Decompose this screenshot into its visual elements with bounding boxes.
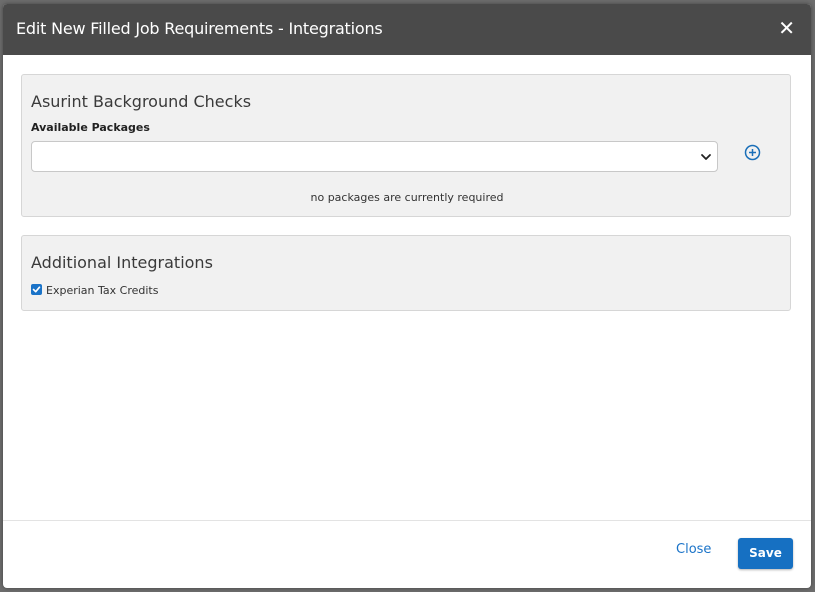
additional-integrations-title: Additional Integrations bbox=[31, 253, 213, 272]
close-icon[interactable]: ✕ bbox=[778, 16, 795, 40]
no-packages-note: no packages are currently required bbox=[310, 191, 504, 204]
dialog-header: Edit New Filled Job Requirements - Integ… bbox=[3, 4, 811, 55]
dialog-title: Edit New Filled Job Requirements - Integ… bbox=[16, 19, 383, 38]
asurint-panel: Asurint Background Checks Available Pack… bbox=[21, 74, 791, 217]
chevron-down-icon bbox=[701, 154, 711, 160]
additional-integrations-panel: Additional Integrations Experian Tax Cre… bbox=[21, 235, 791, 311]
edit-requirements-dialog: Edit New Filled Job Requirements - Integ… bbox=[3, 4, 811, 588]
asurint-panel-title: Asurint Background Checks bbox=[31, 92, 252, 111]
save-button[interactable]: Save bbox=[738, 538, 793, 569]
experian-tax-credits-checkbox[interactable] bbox=[31, 284, 42, 295]
plus-circle-icon[interactable] bbox=[744, 144, 761, 161]
checkmark-icon bbox=[32, 286, 41, 293]
close-button[interactable]: Close bbox=[676, 542, 711, 557]
available-packages-select[interactable] bbox=[31, 141, 718, 172]
footer-divider bbox=[3, 520, 811, 521]
experian-tax-credits-label: Experian Tax Credits bbox=[46, 284, 159, 297]
available-packages-label: Available Packages bbox=[31, 121, 150, 134]
